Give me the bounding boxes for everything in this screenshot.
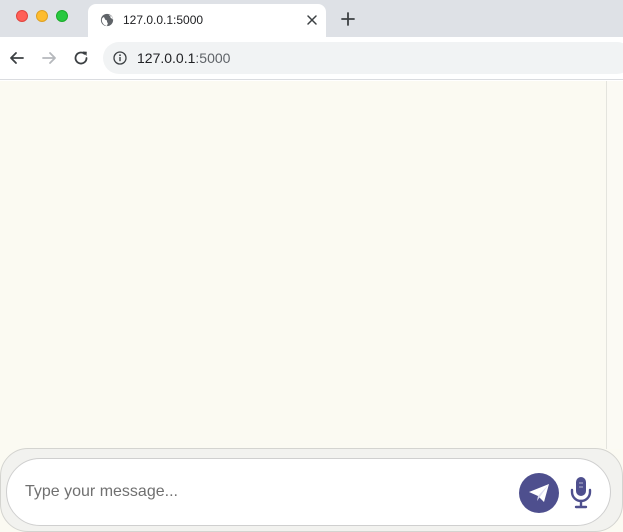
- message-input[interactable]: [25, 479, 505, 505]
- url-host: 127.0.0.1: [137, 50, 196, 66]
- send-button[interactable]: [519, 473, 559, 513]
- url-text: 127.0.0.1:5000: [137, 50, 230, 66]
- tab-title: 127.0.0.1:5000: [123, 13, 204, 27]
- address-bar[interactable]: 127.0.0.1:5000: [103, 42, 623, 74]
- close-icon[interactable]: [306, 14, 318, 26]
- window-maximize-button[interactable]: [56, 10, 68, 22]
- globe-icon: [100, 13, 114, 27]
- browser-toolbar: 127.0.0.1:5000: [0, 37, 623, 80]
- browser-tab-strip: 127.0.0.1:5000: [0, 0, 623, 37]
- message-bar: [6, 458, 611, 526]
- browser-tab[interactable]: 127.0.0.1:5000: [88, 4, 326, 37]
- paper-plane-icon: [529, 484, 549, 502]
- window-close-button[interactable]: [16, 10, 28, 22]
- url-port: :5000: [195, 50, 231, 66]
- plus-icon[interactable]: [341, 12, 355, 26]
- forward-arrow-icon[interactable]: [40, 49, 58, 67]
- reload-icon[interactable]: [72, 49, 90, 67]
- microphone-button[interactable]: [569, 475, 593, 511]
- window-minimize-button[interactable]: [36, 10, 48, 22]
- microphone-icon: [570, 477, 592, 509]
- info-icon[interactable]: [113, 51, 127, 65]
- scrollbar[interactable]: [606, 81, 623, 449]
- chat-composer: [0, 448, 623, 532]
- back-arrow-icon[interactable]: [8, 49, 26, 67]
